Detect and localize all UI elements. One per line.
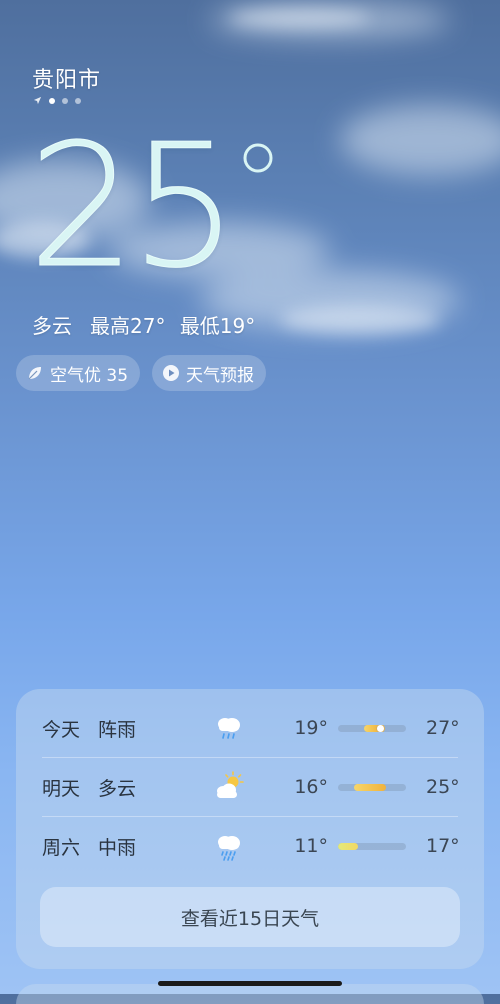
- temperature-range-fill: [338, 843, 359, 850]
- today-low: 最低19°: [179, 314, 256, 338]
- forecast-row[interactable]: 今天 阵雨 19° 27°: [16, 699, 484, 757]
- temperature-range-fill: [354, 784, 386, 791]
- air-quality-label: 空气优 35: [50, 365, 129, 386]
- forecast-high: 25°: [426, 776, 460, 798]
- forecast-low: 19°: [294, 717, 328, 739]
- next-card-peek: [16, 984, 484, 1004]
- high-low: 最高27° 最低19°: [90, 310, 255, 339]
- page-dot: [49, 97, 55, 104]
- current-temperature: 25: [27, 108, 238, 306]
- forecast-condition: 中雨: [98, 836, 137, 859]
- temperature-range-bar: [338, 725, 406, 732]
- forecast-video-chip[interactable]: 天气预报: [152, 355, 267, 391]
- play-icon: [163, 365, 180, 381]
- forecast-row[interactable]: 明天 多云 16° 25°: [16, 758, 484, 816]
- info-chips: 空气优 35 天气预报: [16, 355, 267, 391]
- forecast-day: 今天: [42, 718, 81, 741]
- weather-summary: 多云 最高27° 最低19°: [32, 310, 255, 339]
- forecast-condition: 阵雨: [98, 718, 137, 741]
- forecast-day: 周六: [42, 836, 81, 859]
- forecast-low: 11°: [294, 835, 328, 857]
- forecast-low: 16°: [294, 776, 328, 798]
- forecast-condition: 多云: [98, 777, 137, 800]
- forecast-video-label: 天气预报: [186, 365, 255, 386]
- location-arrow-icon: [33, 96, 42, 105]
- forecast-row[interactable]: 周六 中雨 11° 17°: [16, 817, 484, 875]
- partly-cloudy-icon: [217, 771, 244, 798]
- degree-symbol-icon: [243, 143, 273, 173]
- moderate-rain-icon: [218, 836, 240, 861]
- forecast-day: 明天: [42, 777, 81, 800]
- current-temperature-marker: [375, 725, 385, 732]
- shower-icon: [218, 718, 240, 739]
- leaf-icon: [28, 367, 41, 380]
- forecast-high: 27°: [426, 717, 460, 739]
- page-dot: [75, 97, 81, 104]
- page-dot: [62, 97, 68, 104]
- page-indicator: [33, 96, 81, 105]
- city-name[interactable]: 贵阳市: [32, 62, 101, 94]
- view-15-day-forecast-button[interactable]: 查看近15日天气: [40, 887, 460, 947]
- home-indicator[interactable]: [158, 981, 342, 986]
- today-high: 最高27°: [90, 314, 166, 338]
- forecast-high: 17°: [426, 835, 460, 857]
- temperature-range-bar: [338, 784, 406, 791]
- forecast-card: 今天 阵雨 19° 27° 明天 多云 16° 25° 周六 中雨 11° 17…: [16, 689, 484, 969]
- temperature-range-bar: [338, 843, 406, 850]
- air-quality-chip[interactable]: 空气优 35: [16, 355, 141, 391]
- current-condition: 多云: [32, 314, 72, 338]
